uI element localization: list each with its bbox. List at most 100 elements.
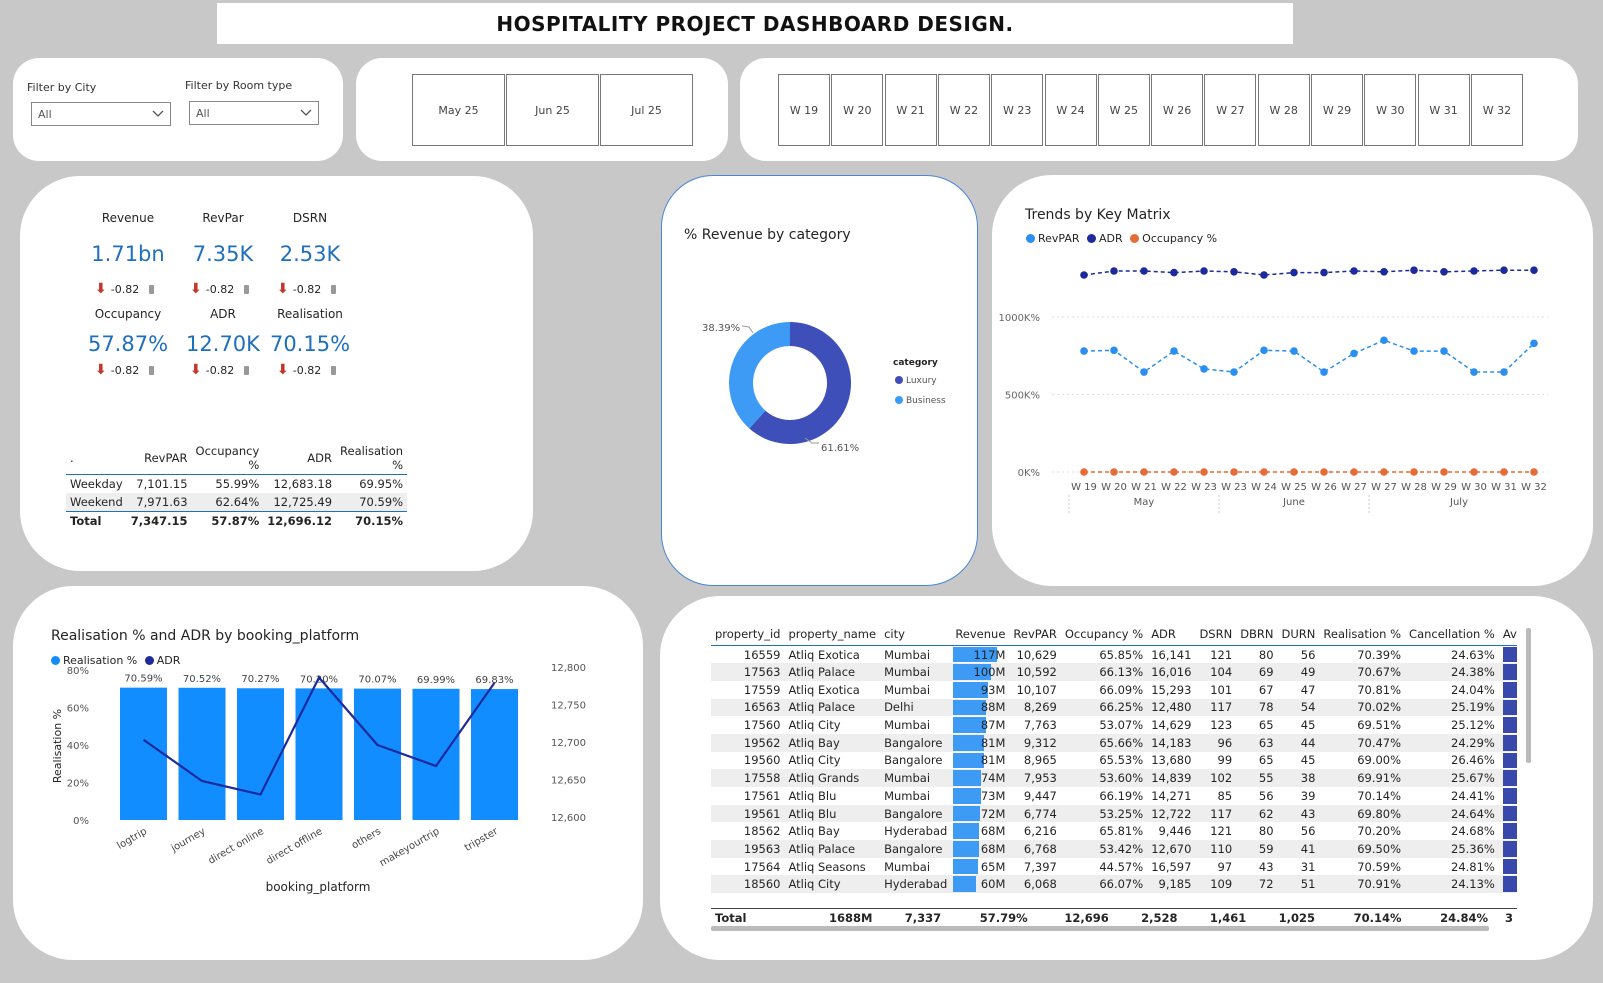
table-cell: 70.91%	[1319, 875, 1406, 894]
table-cell: 56	[1258, 788, 1274, 803]
horizontal-scrollbar[interactable]	[711, 926, 1489, 931]
table-row[interactable]: 17564 Atliq Seasons Mumbai 65M 7,397 44.57% 16…	[711, 858, 1517, 876]
month-slicer-jul[interactable]: Jul 25	[600, 74, 693, 146]
table-cell: Hyderabad	[884, 824, 948, 839]
month-slicer-jun[interactable]: Jun 25	[506, 74, 599, 146]
column-header[interactable]: property_name	[784, 623, 880, 646]
table-cell: Atliq City	[788, 753, 841, 768]
dashboard-title: HOSPITALITY PROJECT DASHBOARD DESIGN.	[217, 3, 1293, 44]
table-cell: 8,965	[1023, 753, 1057, 768]
table-row[interactable]: 18560 Atliq City Hyderabad 60M 6,068 66.07% 9,…	[711, 875, 1517, 894]
table-cell: 65.66%	[1060, 733, 1148, 752]
rating-databar	[1502, 805, 1517, 822]
column-header[interactable]: Revenue	[951, 623, 1009, 646]
week-slicer-item[interactable]: W 20	[831, 74, 884, 146]
table-cell: 53.60%	[1060, 769, 1148, 787]
data-point	[1230, 268, 1238, 276]
city-filter-dropdown[interactable]: All	[31, 102, 171, 126]
table-cell: 15,293	[1151, 682, 1192, 697]
column-header[interactable]: property_id	[711, 623, 784, 646]
week-slicer-item[interactable]: W 22	[937, 74, 990, 146]
week-slicer-panel: W 19 W 20 W 21 W 22 W 23 W 24 W 25 W 26 W 27 W 28…	[740, 58, 1578, 161]
column-header[interactable]: Realisation %	[1319, 623, 1405, 646]
data-point	[1110, 468, 1118, 476]
table-row[interactable]: 19563 Atliq Palace Bangalore 68M 6,768 53.42%…	[711, 840, 1517, 858]
table-row[interactable]: 18562 Atliq Bay Hyderabad 68M 6,216 65.81% 9,4…	[711, 822, 1517, 840]
total-cell	[784, 909, 796, 927]
column-header[interactable]: city	[880, 623, 951, 646]
rating-databar	[1502, 734, 1517, 751]
week-slicer-item[interactable]: W 27	[1204, 74, 1257, 146]
table-cell: 24.38%	[1405, 663, 1499, 681]
week-slicer-item[interactable]: W 30	[1364, 74, 1417, 146]
table-cell: 19560	[743, 753, 781, 768]
donut-chart[interactable]: 38.39% 61.61% category Luxury Business	[662, 176, 979, 587]
week-slicer-item[interactable]: W 25	[1097, 74, 1150, 146]
table-row[interactable]: Weekday 7,101.15 55.99% 12,683.18 69.95%	[66, 475, 407, 494]
table-cell: 117	[1195, 804, 1237, 823]
table-cell: 65	[1258, 753, 1274, 768]
revenue-databar	[953, 841, 979, 857]
table-row[interactable]: 19560 Atliq City Bangalore 81M 8,965 65.53% 13…	[711, 752, 1517, 770]
week-slicer-item[interactable]: W 29	[1311, 74, 1363, 146]
table-row[interactable]: Weekend 7,971.63 62.64% 12,725.49 70.59%	[66, 493, 408, 512]
week-slicer-item[interactable]: W 28	[1257, 74, 1310, 146]
table-cell: Atliq Exotica	[788, 647, 860, 662]
column-header[interactable]: DSRN	[1195, 623, 1236, 646]
column-header[interactable]: Cancellation %	[1405, 623, 1499, 646]
rating-databar	[1502, 823, 1517, 840]
table-cell: Atliq Blu	[784, 804, 881, 823]
week-slicer-item[interactable]: W 24	[1044, 74, 1097, 146]
data-label: 69.99%	[417, 675, 455, 686]
table-cell: 12,725.49	[273, 495, 333, 509]
table-cell: Delhi	[880, 698, 952, 717]
table-row[interactable]: 17559 Atliq Exotica Mumbai 93M 10,107 66.09% 1…	[711, 681, 1517, 699]
kpi-delta-value: -0.82	[110, 282, 140, 296]
daytype-header: Realisation %	[340, 444, 404, 472]
column-header[interactable]: DBRN	[1236, 623, 1277, 646]
table-cell: 68M	[951, 840, 1010, 858]
week-slicer-item[interactable]: W 23	[991, 74, 1044, 146]
column-header[interactable]: RevPAR	[1009, 623, 1060, 646]
platform-combo-chart[interactable]: 80% 60% 40% 20% 0% 12,800 12,750 12,700 12,650 12…	[13, 586, 643, 960]
week-slicer-item[interactable]: W 31	[1417, 74, 1470, 146]
table-cell: Mumbai	[884, 718, 931, 733]
table-cell: Bangalore	[884, 753, 943, 768]
week-slicer-item[interactable]: W 26	[1151, 74, 1204, 146]
filters-panel: Filter by City All Filter by Room type A…	[13, 58, 343, 161]
data-point	[1080, 271, 1088, 279]
column-header[interactable]: Average Rat	[1499, 623, 1517, 646]
month-label: June	[1282, 497, 1305, 508]
table-row[interactable]: 19562 Atliq Bay Bangalore 81M 9,312 65.66% 14,…	[711, 733, 1517, 752]
table-row[interactable]: 17560 Atliq City Mumbai 87M 7,763 53.07% 14,62…	[711, 716, 1517, 734]
month-slicer-may[interactable]: May 25	[412, 74, 505, 146]
table-row[interactable]: 17558 Atliq Grands Mumbai 74M 7,953 53.60% 14,…	[711, 769, 1517, 787]
table-cell: 7,101.15	[136, 477, 188, 491]
table-row[interactable]: 17563 Atliq Palace Mumbai 100M 10,592 66.13% 1…	[711, 663, 1517, 681]
table-row[interactable]: 16563 Atliq Palace Delhi 88M 8,269 66.25% 12,4…	[711, 698, 1517, 717]
week-slicer-item[interactable]: W 32	[1470, 74, 1523, 146]
column-header[interactable]: DURN	[1278, 623, 1320, 646]
data-point	[1350, 468, 1358, 476]
kpi-delta-value: -0.82	[110, 363, 140, 377]
week-slicer-item[interactable]: W 19	[778, 74, 830, 146]
data-point	[1230, 368, 1238, 376]
trends-line-chart[interactable]: 0K% 500K% 1000K% W 19 W 20 W 21 W 22 W 23 W 23 W …	[992, 175, 1593, 586]
room-filter-dropdown[interactable]: All	[189, 101, 319, 125]
table-row[interactable]: 16559 Atliq Exotica Mumbai 117M 10,629 65.85%…	[711, 646, 1517, 664]
table-row[interactable]: 17561 Atliq Blu Mumbai 73M 9,447 66.19% 14,271…	[711, 787, 1517, 805]
vertical-scrollbar[interactable]	[1526, 628, 1531, 763]
column-header[interactable]: ADR	[1147, 623, 1195, 646]
x-tick-label: W 22	[1161, 482, 1187, 493]
table-row[interactable]: 19561 Atliq Blu Bangalore 72M 6,774 53.25% 12,…	[711, 804, 1517, 823]
data-point	[1140, 368, 1148, 376]
total-cell: 2,528	[1141, 910, 1178, 925]
table-cell: 24.41%	[1451, 788, 1495, 803]
column-header[interactable]: Occupancy %	[1061, 623, 1147, 646]
table-cell: 60M	[951, 875, 1010, 894]
table-cell: 100M	[951, 663, 1010, 681]
table-cell: 14,183	[1147, 733, 1196, 752]
table-cell: 17560	[743, 718, 781, 733]
week-slicer-item[interactable]: W 21	[884, 74, 937, 146]
table-cell: 7,347.15	[130, 514, 188, 528]
